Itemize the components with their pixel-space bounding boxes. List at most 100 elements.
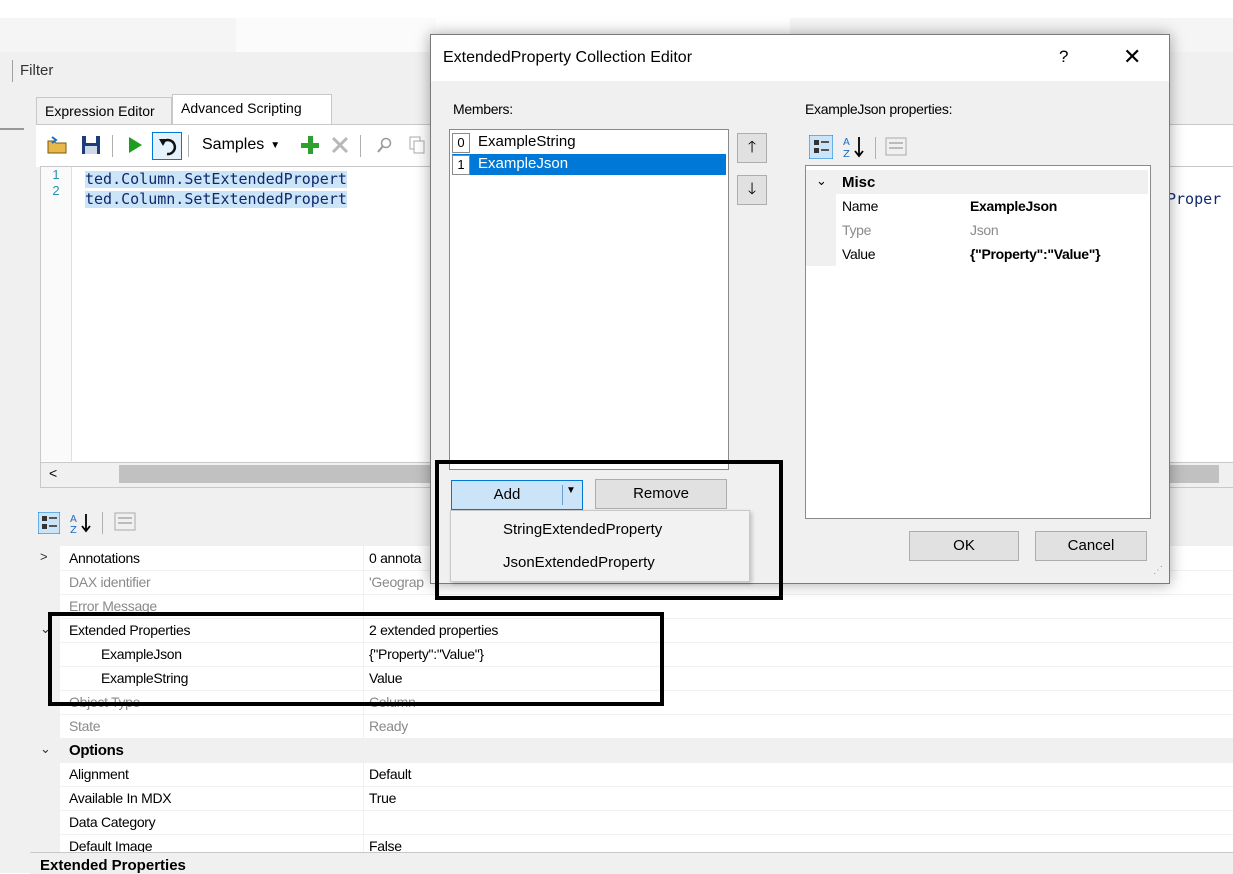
delete-icon[interactable]: [328, 131, 352, 159]
svg-text:A: A: [843, 137, 850, 148]
categorized-icon[interactable]: [37, 511, 61, 537]
separator: [360, 135, 361, 157]
search-icon[interactable]: [374, 131, 396, 159]
property-row[interactable]: Value {"Property":"Value"}: [806, 242, 1148, 266]
property-row[interactable]: Alignment Default: [30, 762, 1233, 787]
property-row[interactable]: Data Category: [30, 810, 1233, 835]
category-name: Options: [69, 742, 124, 759]
arrow-up-icon: 🡑: [747, 139, 757, 156]
property-pages-icon[interactable]: [114, 512, 136, 535]
copy-icon[interactable]: [406, 131, 428, 159]
list-item[interactable]: 0 ExampleString: [452, 132, 726, 153]
property-name: Type: [842, 222, 872, 238]
sort-alphabetical-icon[interactable]: AZ: [843, 135, 867, 162]
chevron-down-icon[interactable]: ⌄: [816, 173, 827, 189]
sort-alphabetical-icon[interactable]: AZ: [70, 512, 94, 537]
property-name: Alignment: [69, 766, 129, 782]
property-value: Default: [369, 766, 412, 782]
category-name: Misc: [842, 174, 876, 191]
property-row[interactable]: Type Json: [806, 218, 1148, 242]
ok-button[interactable]: OK: [909, 531, 1019, 561]
separator: [188, 135, 189, 157]
category-row[interactable]: ⌄ Misc: [806, 170, 1148, 194]
property-value: False: [369, 838, 402, 853]
resize-grip-icon[interactable]: ⋰: [1153, 565, 1163, 576]
tab-advanced-scripting[interactable]: Advanced Scripting: [172, 94, 332, 124]
category-row[interactable]: ⌄ Options: [30, 738, 1233, 763]
tab-expression-editor[interactable]: Expression Editor: [36, 97, 172, 124]
property-value: True: [369, 790, 397, 806]
code-line[interactable]: ted.Column.SetExtendedPropert: [85, 191, 347, 208]
highlight-box: [48, 612, 664, 706]
member-index: 1: [452, 155, 470, 175]
dialog-titlebar: ExtendedProperty Collection Editor ? ✕: [431, 35, 1169, 81]
separator: [12, 60, 13, 82]
member-index: 0: [452, 133, 470, 153]
property-value: 'Geograp: [369, 574, 424, 590]
properties-label: ExampleJson properties:: [805, 101, 953, 117]
chevron-down-icon: ▼: [270, 139, 281, 151]
help-icon[interactable]: ?: [1059, 47, 1068, 67]
property-name: Value: [842, 246, 876, 262]
run-icon[interactable]: [124, 131, 146, 159]
dialog-property-grid: ⌄ Misc Name ExampleJson Type Json Value …: [805, 165, 1151, 519]
arrow-down-icon: 🡓: [747, 181, 757, 198]
property-row[interactable]: Name ExampleJson: [806, 194, 1148, 218]
top-strip: [236, 18, 436, 52]
separator: [875, 137, 876, 159]
property-row[interactable]: Available In MDX True: [30, 786, 1233, 811]
property-name: Default Image: [69, 838, 153, 853]
property-name: Data Category: [69, 814, 156, 830]
property-row[interactable]: State Ready: [30, 714, 1233, 739]
divider: [0, 128, 24, 130]
code-overflow-text: Proper: [1167, 190, 1222, 208]
save-icon[interactable]: [78, 131, 104, 159]
categorized-icon[interactable]: [808, 134, 834, 162]
svg-text:Z: Z: [70, 525, 77, 534]
member-name: ExampleJson: [478, 155, 569, 172]
highlight-box: [435, 460, 783, 600]
members-list[interactable]: 0 ExampleString 1 ExampleJson: [449, 129, 729, 470]
description-panel: Extended Properties: [30, 852, 1233, 874]
property-row[interactable]: Default Image False: [30, 834, 1233, 853]
separator: [112, 135, 113, 157]
move-up-button[interactable]: 🡑: [737, 133, 767, 163]
top-strip: [0, 18, 236, 52]
property-value: Ready: [369, 718, 408, 734]
property-name: Available In MDX: [69, 790, 172, 806]
line-number: 2: [52, 183, 60, 198]
open-icon[interactable]: [44, 131, 70, 159]
chevron-left-icon[interactable]: <: [49, 465, 57, 481]
svg-text:A: A: [70, 514, 77, 525]
samples-label: Samples: [202, 136, 265, 153]
property-pages-icon[interactable]: [885, 137, 907, 160]
undo-icon[interactable]: [152, 132, 182, 160]
line-number: 1: [52, 167, 60, 182]
code-line[interactable]: ted.Column.SetExtendedPropert: [85, 171, 347, 188]
left-strip: [0, 92, 30, 873]
property-value: Json: [970, 222, 999, 238]
cancel-button[interactable]: Cancel: [1035, 531, 1147, 561]
svg-text:Z: Z: [843, 149, 850, 159]
property-value[interactable]: {"Property":"Value"}: [970, 246, 1101, 262]
property-name: Name: [842, 198, 879, 214]
add-icon[interactable]: [298, 131, 322, 159]
property-name: State: [69, 718, 101, 734]
member-name: ExampleString: [478, 133, 576, 150]
description-title: Extended Properties: [40, 857, 186, 874]
close-icon[interactable]: ✕: [1123, 44, 1141, 70]
chevron-right-icon[interactable]: >: [40, 549, 48, 564]
property-name: Annotations: [69, 550, 140, 566]
line-number-gutter: 1 2: [41, 167, 72, 461]
separator: [102, 512, 103, 534]
property-value: 0 annota: [369, 550, 422, 566]
filter-label[interactable]: Filter: [20, 62, 53, 79]
list-item-selected[interactable]: 1 ExampleJson: [452, 154, 726, 175]
move-down-button[interactable]: 🡓: [737, 175, 767, 205]
property-value[interactable]: ExampleJson: [970, 198, 1057, 214]
dialog-title: ExtendedProperty Collection Editor: [443, 49, 693, 66]
samples-button[interactable]: Samples ▼: [202, 131, 280, 159]
members-label: Members:: [453, 101, 513, 117]
property-name: DAX identifier: [69, 574, 151, 590]
chevron-down-icon[interactable]: ⌄: [40, 741, 51, 757]
